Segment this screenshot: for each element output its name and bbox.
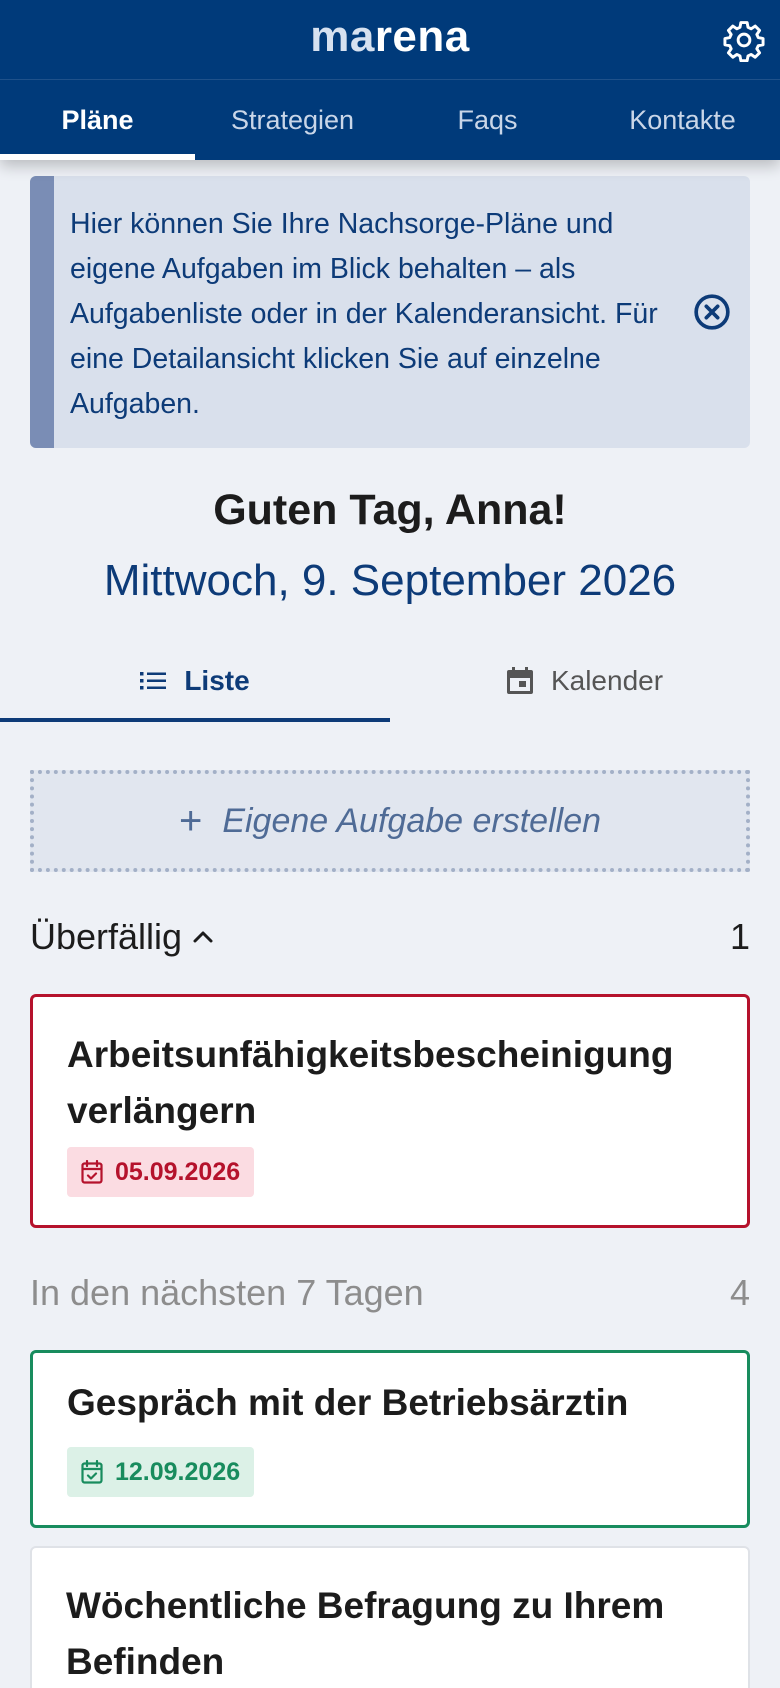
tab-strategien[interactable]: Strategien <box>195 80 390 160</box>
logo-part-1: ma <box>310 12 375 61</box>
tab-kalender-label: Kalender <box>550 665 664 696</box>
calendar-icon <box>506 667 533 694</box>
section-upcoming-count: 4 <box>729 1272 750 1313</box>
gear-icon[interactable] <box>722 18 766 62</box>
task-title: Wöchentliche Befragung zu Ihrem Befinden <box>66 1585 665 1682</box>
list-icon <box>140 672 167 690</box>
section-overdue-count: 1 <box>729 916 750 957</box>
close-circle-icon[interactable] <box>692 292 732 332</box>
info-banner: Hier können Sie Ihre Nachsorge-Pläne und… <box>30 176 750 448</box>
tab-plaene[interactable]: Pläne <box>0 80 195 160</box>
due-date: 05.09.2026 <box>115 1157 241 1186</box>
calendar-check-icon <box>81 1160 103 1184</box>
section-upcoming-header[interactable]: In den nächsten 7 Tagen 4 <box>30 1272 750 1314</box>
info-text: Hier können Sie Ihre Nachsorge-Pläne und… <box>70 208 658 420</box>
section-upcoming-title: In den nächsten 7 Tagen <box>30 1272 424 1313</box>
due-date: 12.09.2026 <box>115 1457 241 1486</box>
chevron-up-icon[interactable] <box>192 930 214 944</box>
app-header: marena Pläne Strategien Faqs Kontakte <box>0 0 780 160</box>
task-title: Arbeitsunfähigkeitsbescheinigung verläng… <box>67 1034 674 1131</box>
tab-faqs[interactable]: Faqs <box>390 80 585 160</box>
tab-kontakte[interactable]: Kontakte <box>585 80 780 160</box>
logo-part-2: rena <box>374 12 470 61</box>
main-nav: Pläne Strategien Faqs Kontakte <box>0 80 780 160</box>
tab-liste[interactable]: Liste <box>0 640 390 722</box>
info-banner-accent <box>30 176 54 448</box>
plus-icon: + <box>178 798 203 843</box>
greeting: Guten Tag, Anna! <box>213 486 567 534</box>
view-switcher: Liste Kalender <box>0 640 780 722</box>
due-date-badge: 12.09.2026 <box>67 1447 255 1497</box>
section-overdue-title: Überfällig <box>30 916 183 957</box>
tab-liste-label: Liste <box>184 665 250 696</box>
brand-bar: marena <box>0 0 780 80</box>
add-task-label: Eigene Aufgabe erstellen <box>222 801 602 840</box>
current-date: Mittwoch, 9. September 2026 <box>103 556 677 605</box>
task-card[interactable]: Gespräch mit der Betriebsärztin 12.09.20… <box>30 1350 750 1528</box>
app-logo: marena <box>0 12 780 62</box>
section-overdue-header[interactable]: Überfällig 1 <box>30 916 750 958</box>
add-task-button[interactable]: + Eigene Aufgabe erstellen <box>30 770 750 872</box>
task-card[interactable]: Wöchentliche Befragung zu Ihrem Befinden <box>30 1546 750 1688</box>
task-title: Gespräch mit der Betriebsärztin <box>67 1382 629 1423</box>
task-card[interactable]: Arbeitsunfähigkeitsbescheinigung verläng… <box>30 994 750 1228</box>
calendar-check-icon <box>81 1460 103 1484</box>
tab-kalender[interactable]: Kalender <box>390 640 780 722</box>
due-date-badge: 05.09.2026 <box>67 1147 255 1197</box>
